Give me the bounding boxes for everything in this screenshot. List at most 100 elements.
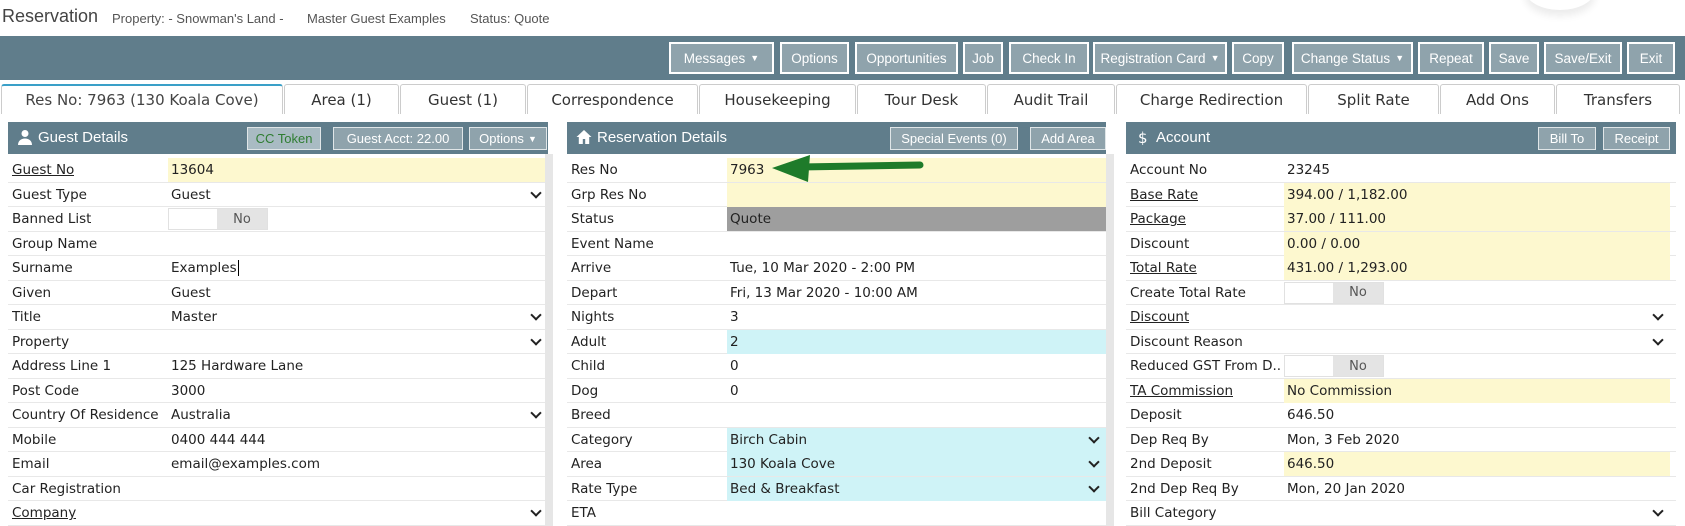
tab-label: Res No: 7963 (130 Koala Cove) [25, 91, 259, 109]
company-select[interactable] [168, 501, 548, 525]
cc-token-button[interactable]: CC Token [247, 127, 321, 150]
tab-label: Split Rate [1337, 90, 1410, 109]
change-status-button[interactable]: Change Status ▼ [1292, 42, 1413, 74]
depart-field[interactable]: Fri, 13 Mar 2020 - 10:00 AM [727, 281, 1106, 305]
email-field[interactable]: email@examples.com [168, 452, 548, 476]
copy-button[interactable]: Copy [1232, 42, 1284, 74]
reduced-gst-toggle[interactable]: No [1284, 355, 1384, 377]
ta-commission-field[interactable]: No Commission [1284, 378, 1670, 403]
company-label[interactable]: Company [12, 505, 76, 521]
tab-add-ons[interactable]: Add Ons [1440, 84, 1555, 114]
adult-field[interactable]: 2 [727, 329, 1106, 354]
discount-row: Discount [1126, 305, 1676, 330]
bill-category-select[interactable] [1284, 501, 1670, 525]
breed-field[interactable] [727, 403, 1106, 427]
reservation-panel-scrollbar[interactable] [1106, 154, 1114, 526]
second-deposit-field[interactable]: 646.50 [1284, 452, 1670, 476]
surname-field[interactable]: Examples [168, 256, 548, 280]
tab-label: Housekeeping [724, 90, 831, 109]
car-registration-label: Car Registration [12, 480, 121, 497]
discount-amount-field[interactable]: 0.00 / 0.00 [1284, 231, 1670, 256]
discount-label[interactable]: Discount [1130, 309, 1189, 325]
tab-charge-redirection[interactable]: Charge Redirection [1116, 84, 1307, 114]
exit-button[interactable]: Exit [1627, 42, 1675, 74]
package-field[interactable]: 37.00 / 111.00 [1284, 207, 1670, 231]
bill-category-label: Bill Category [1130, 505, 1217, 521]
special-events-button[interactable]: Special Events (0) [890, 127, 1018, 150]
mobile-field[interactable]: 0400 444 444 [168, 428, 548, 452]
dep-req-by-field[interactable]: Mon, 3 Feb 2020 [1284, 428, 1670, 452]
given-field[interactable]: Guest [168, 281, 548, 305]
tab-audit-trail[interactable]: Audit Trail [987, 84, 1115, 114]
property-select[interactable] [168, 330, 548, 354]
nights-field[interactable]: 3 [727, 305, 1106, 329]
create-total-rate-toggle[interactable]: No [1284, 281, 1384, 304]
area-select[interactable]: 130 Koala Cove [727, 452, 1106, 476]
account-no-field[interactable]: 23245 [1284, 158, 1670, 182]
receipt-button[interactable]: Receipt [1603, 127, 1670, 150]
title-select[interactable]: Master [168, 305, 548, 329]
dog-field[interactable]: 0 [727, 379, 1106, 403]
registration-card-button[interactable]: Registration Card ▼ [1093, 42, 1227, 74]
chevron-down-icon [1088, 456, 1100, 468]
base-rate-row: Base Rate 394.00 / 1,182.00 [1126, 182, 1676, 207]
guest-acct-button[interactable]: Guest Acct: 22.00 [333, 127, 463, 150]
check-in-button[interactable]: Check In [1009, 42, 1089, 74]
child-field[interactable]: 0 [727, 354, 1106, 378]
ta-commission-label[interactable]: TA Commission [1130, 383, 1233, 399]
total-rate-label[interactable]: Total Rate [1130, 260, 1197, 276]
dep-req-by-row: Dep Req By Mon, 3 Feb 2020 [1126, 428, 1676, 452]
user-avatar[interactable] [1525, 0, 1595, 10]
grp-res-no-field[interactable] [727, 182, 1106, 207]
opportunities-button[interactable]: Opportunities [855, 42, 958, 74]
guest-type-label: Guest Type [12, 186, 87, 203]
banned-list-toggle[interactable]: No [168, 208, 268, 230]
package-row: Package 37.00 / 111.00 [1126, 207, 1676, 232]
tab-tour-desk[interactable]: Tour Desk [857, 84, 986, 114]
second-dep-req-by-field[interactable]: Mon, 20 Jan 2020 [1284, 477, 1670, 501]
base-rate-field[interactable]: 394.00 / 1,182.00 [1284, 182, 1670, 207]
property-label: Property [12, 333, 70, 350]
job-button[interactable]: Job [963, 42, 1003, 74]
discount-reason-row: Discount Reason [1126, 330, 1676, 354]
package-label[interactable]: Package [1130, 211, 1186, 227]
event-name-field[interactable] [727, 232, 1106, 256]
guest-no-field[interactable]: 13604 [168, 158, 548, 182]
tab-area[interactable]: Area (1) [284, 84, 399, 114]
guest-type-select[interactable]: Guest [168, 183, 548, 207]
bill-to-button[interactable]: Bill To [1538, 127, 1596, 150]
add-area-button[interactable]: Add Area [1030, 127, 1106, 150]
tab-correspondence[interactable]: Correspondence [527, 84, 698, 114]
post-code-row: Post Code 3000 [8, 379, 548, 403]
discount-reason-select[interactable] [1284, 330, 1670, 354]
country-select[interactable]: Australia [168, 403, 548, 427]
options-button[interactable]: Options [780, 42, 849, 74]
save-button[interactable]: Save [1489, 42, 1539, 74]
guest-acct-label: Guest Acct: 22.00 [346, 131, 450, 146]
eta-field[interactable] [727, 501, 1106, 525]
tab-res-no[interactable]: Res No: 7963 (130 Koala Cove) [1, 84, 283, 114]
deposit-field[interactable]: 646.50 [1284, 403, 1670, 427]
repeat-button[interactable]: Repeat [1418, 42, 1484, 74]
total-rate-field[interactable]: 431.00 / 1,293.00 [1284, 256, 1670, 280]
group-name-field[interactable] [168, 232, 548, 256]
area-value: 130 Koala Cove [730, 456, 836, 472]
base-rate-label[interactable]: Base Rate [1130, 187, 1198, 203]
save-exit-button[interactable]: Save/Exit [1544, 42, 1622, 74]
discount-select[interactable] [1284, 305, 1670, 329]
guest-no-label[interactable]: Guest No [12, 162, 74, 178]
messages-button[interactable]: Messages ▼ [669, 42, 774, 74]
rate-type-select[interactable]: Bed & Breakfast [727, 476, 1106, 501]
tab-housekeeping[interactable]: Housekeeping [699, 84, 856, 114]
tab-split-rate[interactable]: Split Rate [1308, 84, 1439, 114]
category-select[interactable]: Birch Cabin [727, 427, 1106, 452]
arrive-field[interactable]: Tue, 10 Mar 2020 - 2:00 PM [727, 256, 1106, 280]
post-code-field[interactable]: 3000 [168, 379, 548, 403]
status-field[interactable]: Quote [727, 207, 1106, 231]
tab-guest[interactable]: Guest (1) [400, 84, 526, 114]
guest-options-button[interactable]: Options ▼ [469, 127, 547, 150]
address-field[interactable]: 125 Hardware Lane [168, 354, 548, 378]
tab-transfers[interactable]: Transfers [1556, 84, 1680, 114]
car-registration-field[interactable] [168, 477, 548, 501]
guest-panel-scrollbar[interactable] [545, 154, 553, 526]
